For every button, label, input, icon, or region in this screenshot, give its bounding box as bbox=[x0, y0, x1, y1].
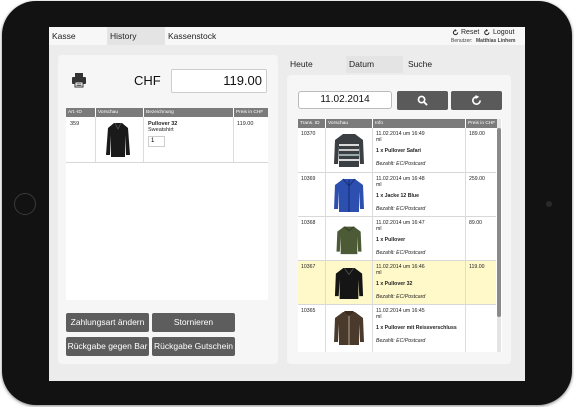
logout-link[interactable]: Logout bbox=[493, 29, 514, 36]
brown-hoodie-image bbox=[334, 311, 364, 345]
cart-item-price: 119.00 bbox=[237, 121, 254, 127]
cart-table: Art.-ID Vorschau Bezeichnung Preis in CH… bbox=[66, 108, 268, 300]
tx-payment: Bezahlt: EC/Postcard bbox=[376, 250, 426, 256]
tx-date: 11.02.2014 um 16:47 bbox=[376, 220, 425, 226]
tx-item: 1 x Pullover bbox=[376, 237, 406, 243]
tx-item: 1 x Jacke 12 Blue bbox=[376, 193, 419, 199]
cart-item-id: 359 bbox=[70, 121, 80, 127]
quantity-field[interactable]: 1 bbox=[148, 136, 165, 147]
total-amount: 119.00 bbox=[171, 69, 267, 93]
blue-jacket-image bbox=[334, 178, 364, 212]
cancel-button[interactable]: Stornieren bbox=[152, 313, 235, 332]
divider bbox=[66, 162, 268, 163]
tx-price: 89.00 bbox=[469, 220, 482, 226]
tx-payment: Bezahlt: EC/Postcard bbox=[376, 161, 426, 167]
user-label: Benutzer: bbox=[451, 38, 473, 44]
refresh-icon bbox=[472, 95, 481, 105]
table-row[interactable]: 10365 11.02.2014 um 16:45 ml 1 x Pullove… bbox=[298, 305, 496, 352]
black-sweater-image bbox=[334, 267, 364, 299]
user-name: Matthias Linhem bbox=[476, 38, 516, 44]
divider bbox=[325, 128, 326, 352]
tx-unit: ml bbox=[376, 270, 382, 276]
date-input[interactable]: 11.02.2014 bbox=[298, 91, 392, 109]
app-screen: Kasse History Kassenstock Reset Logout B… bbox=[49, 27, 525, 381]
striped-sweater-image bbox=[334, 134, 364, 167]
tx-item: 1 x Pullover Safari bbox=[376, 148, 421, 154]
olive-sweater-image bbox=[336, 226, 362, 255]
tab-datum[interactable]: Datum bbox=[346, 56, 403, 73]
tab-kasse[interactable]: Kasse bbox=[49, 27, 107, 45]
tx-id: 10370 bbox=[301, 131, 316, 137]
search-button[interactable] bbox=[397, 91, 448, 110]
table-row[interactable]: 10368 11.02.2014 um 16:47 ml 1 x Pullove… bbox=[298, 217, 496, 260]
camera-dot bbox=[546, 201, 552, 207]
reset-icon[interactable] bbox=[452, 29, 459, 36]
divider bbox=[143, 117, 144, 162]
tx-price: 259.00 bbox=[469, 176, 485, 182]
refresh-button[interactable] bbox=[451, 91, 502, 110]
tx-price: 189.00 bbox=[469, 131, 485, 137]
tx-item: 1 x Pullover 32 bbox=[376, 281, 413, 287]
home-button[interactable] bbox=[14, 193, 36, 215]
currency-label: CHF bbox=[134, 73, 161, 88]
tx-col-preview: Vorschau bbox=[326, 119, 372, 128]
cart-col-name: Bezeichnung bbox=[144, 108, 233, 117]
tx-item: 1 x Pullover mit Reissverschluss bbox=[376, 325, 457, 331]
transaction-table: Trans. ID Vorschau Info Preis in CHF 103… bbox=[298, 119, 502, 352]
tx-date: 11.02.2014 um 16:49 bbox=[376, 131, 425, 137]
return-voucher-button[interactable]: Rückgabe Gutschein bbox=[152, 337, 235, 356]
tx-id: 10368 bbox=[301, 220, 316, 226]
cart-col-price: Preis in CHF bbox=[234, 108, 268, 117]
tx-id: 10365 bbox=[301, 308, 316, 314]
return-cash-button[interactable]: Rückgabe gegen Bar bbox=[66, 337, 149, 356]
cart-item-category: Sweatshirt bbox=[148, 127, 174, 133]
reset-link[interactable]: Reset bbox=[461, 29, 479, 36]
table-row-selected[interactable]: 10367 11.02.2014 um 16:46 ml 1 x Pullove… bbox=[298, 261, 496, 304]
cart-col-id: Art.-ID bbox=[66, 108, 95, 117]
tx-date: 11.02.2014 um 16:45 bbox=[376, 308, 425, 314]
tx-id: 10369 bbox=[301, 176, 316, 182]
tab-kassenstock[interactable]: Kassenstock bbox=[165, 27, 225, 45]
logout-icon[interactable] bbox=[484, 29, 491, 36]
tx-price: 119.00 bbox=[469, 264, 485, 270]
divider bbox=[233, 117, 234, 162]
top-navigation: Kasse History Kassenstock Reset Logout B… bbox=[49, 27, 525, 45]
tx-unit: ml bbox=[376, 182, 382, 188]
tx-id: 10367 bbox=[301, 264, 316, 270]
divider bbox=[95, 117, 96, 162]
tx-payment: Bezahlt: EC/Postcard bbox=[376, 206, 426, 212]
tx-col-id: Trans. ID bbox=[298, 119, 325, 128]
tx-col-price: Preis in CHF bbox=[466, 119, 497, 128]
tx-unit: ml bbox=[376, 314, 382, 320]
tx-date: 11.02.2014 um 16:48 bbox=[376, 176, 425, 182]
table-row[interactable]: 10369 11.02.2014 um 16:48 ml 1 x Jacke 1… bbox=[298, 173, 496, 216]
tx-unit: ml bbox=[376, 226, 382, 232]
tab-history[interactable]: History bbox=[107, 27, 165, 45]
tx-unit: ml bbox=[376, 137, 382, 143]
tx-payment: Bezahlt: EC/Postcard bbox=[376, 294, 426, 300]
tx-date: 11.02.2014 um 16:46 bbox=[376, 264, 425, 270]
black-sweater-image bbox=[106, 122, 130, 157]
tx-payment: Bezahlt: EC/Postcard bbox=[376, 338, 426, 344]
search-icon bbox=[417, 95, 428, 106]
printer-icon[interactable] bbox=[71, 72, 87, 88]
tab-heute[interactable]: Heute bbox=[287, 56, 344, 73]
divider bbox=[372, 128, 373, 352]
divider bbox=[465, 128, 466, 352]
change-payment-button[interactable]: Zahlungsart ändern bbox=[66, 313, 149, 332]
tab-suche[interactable]: Suche bbox=[405, 56, 463, 73]
tx-col-info: Info bbox=[373, 119, 465, 128]
table-row[interactable]: 10370 11.02.2014 um 16:49 ml 1 x Pullove… bbox=[298, 128, 496, 172]
cart-col-preview: Vorschau bbox=[96, 108, 143, 117]
scrollbar-thumb[interactable] bbox=[497, 128, 501, 317]
